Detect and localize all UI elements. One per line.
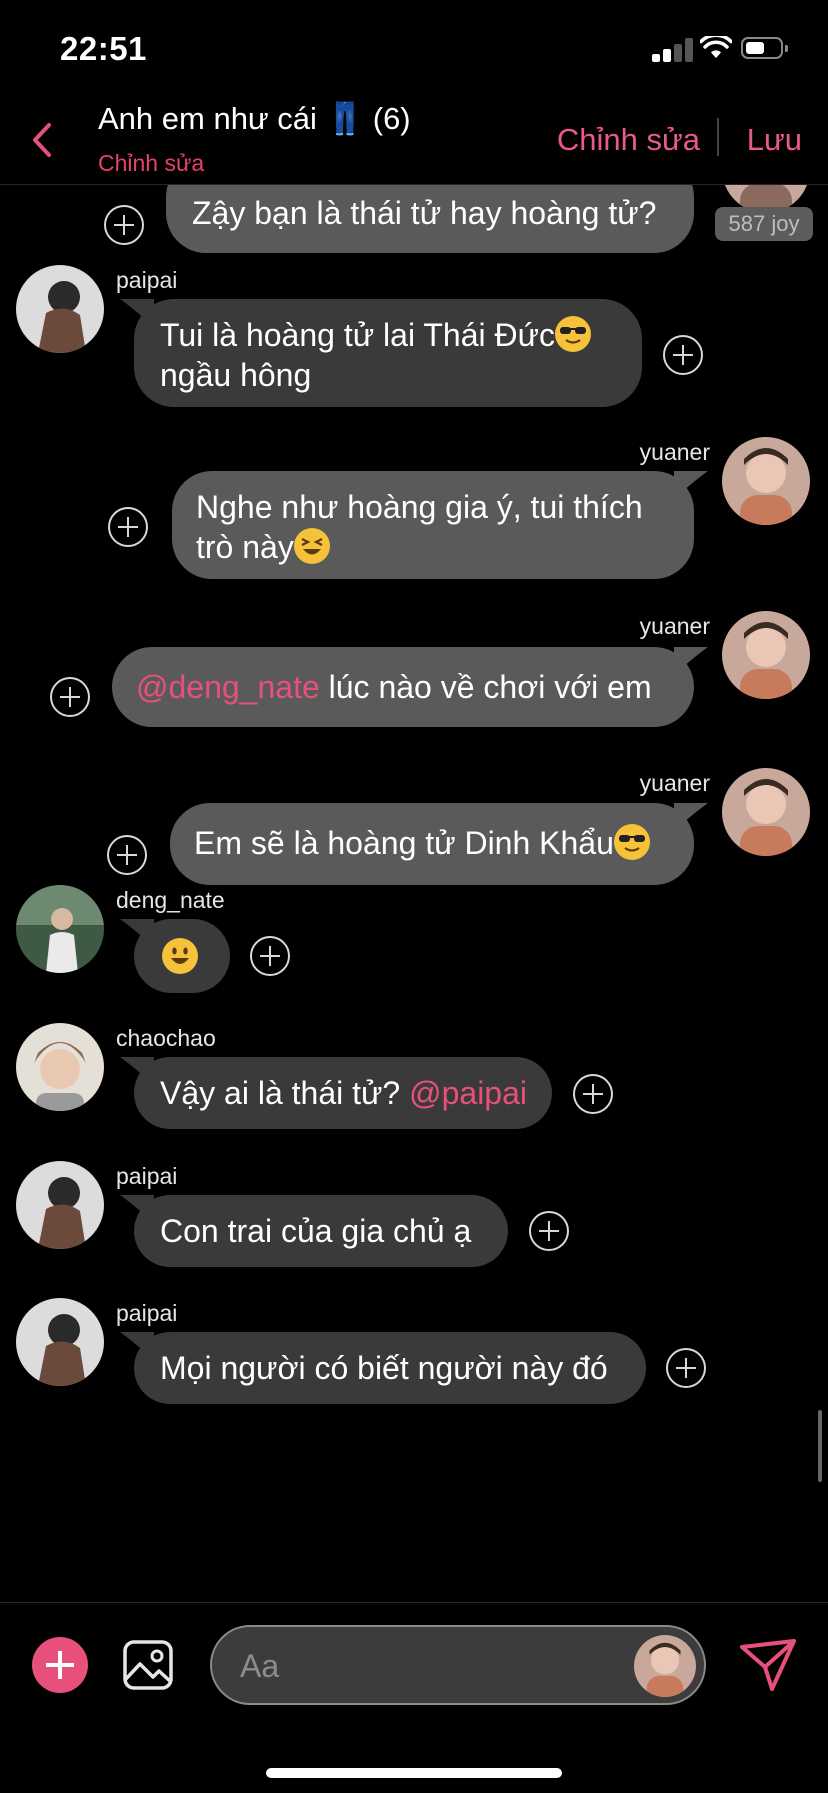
sender-name: paipai <box>116 1163 178 1189</box>
send-icon[interactable] <box>738 1637 798 1693</box>
battery-icon <box>741 37 788 59</box>
message-input-field[interactable] <box>210 1625 706 1705</box>
grinning-squinting-emoji-icon <box>293 528 330 564</box>
edit-subtitle-link[interactable]: Chỉnh sửa <box>98 150 204 177</box>
sender-name: chaochao <box>116 1025 216 1051</box>
sunglasses-emoji-icon <box>555 316 592 352</box>
scrollbar[interactable] <box>818 1410 822 1482</box>
message-text: Nghe như hoàng gia ý, tui thích <box>196 489 643 525</box>
message-bubble[interactable]: Em sẽ là hoàng tử Dinh Khẩu <box>170 803 708 885</box>
message-text: Zậy bạn là thái tử hay hoàng tử? <box>192 195 657 231</box>
avatar-paipai[interactable] <box>16 1161 104 1249</box>
message-bubble[interactable]: Zậy bạn là thái tử hay hoàng tử? <box>166 185 694 253</box>
react-button[interactable] <box>663 335 703 375</box>
sender-name: yuaner <box>639 613 710 639</box>
header-divider <box>717 118 719 156</box>
message-text: Tui là hoàng tử lai Thái Đức <box>160 317 556 353</box>
message-text: Vậy ai là thái tử? <box>160 1075 410 1111</box>
avatar-chaochao[interactable] <box>16 1023 104 1111</box>
message-text-line2: ngầu hông <box>160 357 312 393</box>
message-text: Con trai của gia chủ ạ <box>160 1213 472 1249</box>
message-composer <box>0 1602 828 1793</box>
react-button[interactable] <box>104 205 144 245</box>
react-button[interactable] <box>666 1348 706 1388</box>
home-indicator <box>266 1768 562 1778</box>
message-bubble[interactable]: @deng_nate lúc nào về chơi với em <box>112 647 708 727</box>
wifi-icon <box>700 36 732 58</box>
mention-link[interactable]: @paipai <box>409 1075 527 1111</box>
message-input[interactable] <box>238 1641 572 1691</box>
save-button[interactable]: Lưu <box>747 122 802 158</box>
sunglasses-emoji-icon <box>613 824 650 860</box>
status-time: 22:51 <box>60 30 147 67</box>
message-bubble[interactable] <box>120 919 230 993</box>
message-list[interactable]: 587 joy Zậy bạn là thái tử hay hoàng tử?… <box>0 185 828 1602</box>
avatar-yuaner[interactable] <box>722 437 810 525</box>
message-bubble[interactable]: Vậy ai là thái tử? @paipai <box>120 1057 552 1129</box>
react-button[interactable] <box>573 1074 613 1114</box>
sender-name: paipai <box>116 267 178 293</box>
message-text: Mọi người có biết người này đó <box>160 1350 608 1386</box>
chat-title[interactable]: Anh em như cái 👖 (6) <box>98 100 411 137</box>
sender-name: yuaner <box>639 770 710 796</box>
message-text: lúc nào về chơi với em <box>319 669 652 705</box>
message-text-line2: trò này <box>196 529 294 565</box>
react-button[interactable] <box>107 835 147 875</box>
status-bar: 22:51 <box>0 0 828 96</box>
read-receipt-tag: 587 joy <box>715 207 813 241</box>
add-attachment-button[interactable] <box>32 1637 88 1693</box>
avatar-paipai[interactable] <box>16 265 104 353</box>
back-chevron-icon[interactable] <box>30 122 54 158</box>
react-button[interactable] <box>108 507 148 547</box>
message-bubble[interactable]: Nghe như hoàng gia ý, tui thích trò này <box>172 471 708 579</box>
react-button[interactable] <box>529 1211 569 1251</box>
avatar-self[interactable] <box>634 1635 696 1697</box>
chat-header: Anh em như cái 👖 (6) Chỉnh sửa Chỉnh sửa… <box>0 96 828 185</box>
avatar-yuaner[interactable] <box>722 768 810 856</box>
sender-name: paipai <box>116 1300 178 1326</box>
message-text: Em sẽ là hoàng tử Dinh Khẩu <box>194 825 614 861</box>
image-icon[interactable] <box>122 1639 174 1691</box>
message-bubble[interactable]: Con trai của gia chủ ạ <box>120 1195 508 1267</box>
react-button[interactable] <box>50 677 90 717</box>
sender-name: yuaner <box>639 439 710 465</box>
message-bubble[interactable]: Mọi người có biết người này đó <box>120 1332 646 1404</box>
cellular-signal-icon <box>652 38 694 62</box>
smiley-emoji-icon <box>162 938 198 974</box>
sender-name: deng_nate <box>116 887 225 913</box>
edit-button[interactable]: Chỉnh sửa <box>557 122 700 158</box>
avatar-deng-nate[interactable] <box>16 885 104 973</box>
avatar-paipai[interactable] <box>16 1298 104 1386</box>
avatar-yuaner[interactable] <box>722 611 810 699</box>
mention-link[interactable]: @deng_nate <box>136 669 320 705</box>
react-button[interactable] <box>250 936 290 976</box>
message-bubble[interactable]: Tui là hoàng tử lai Thái Đức ngầu hông <box>120 299 642 407</box>
